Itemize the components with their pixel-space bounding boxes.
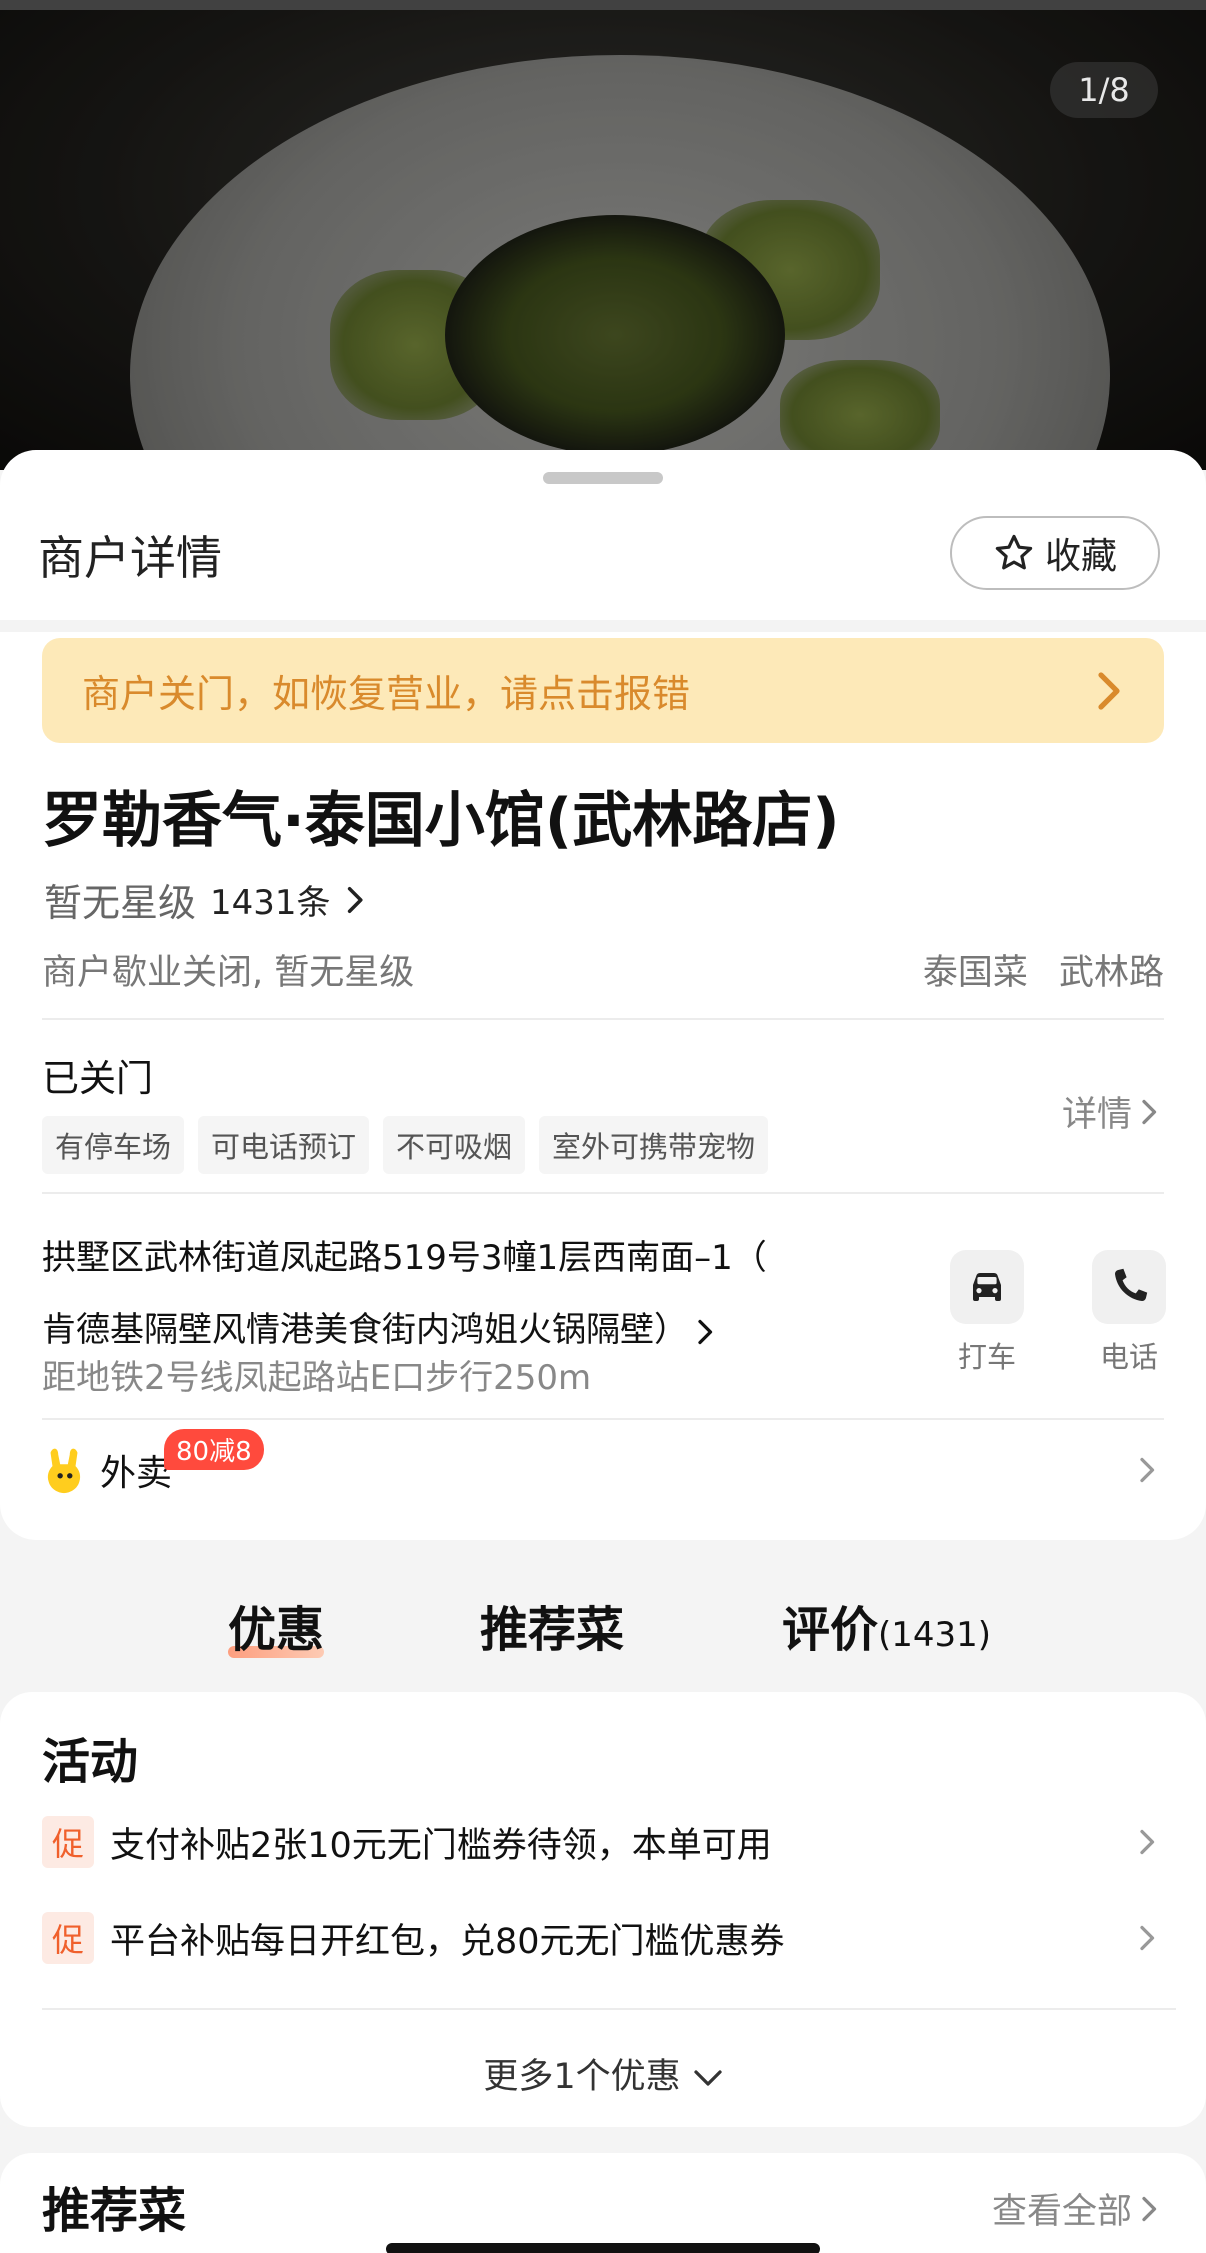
closed-banner-text: 商户关门，如恢复营业，请点击报错 — [82, 672, 691, 716]
activity-title: 活动 — [42, 1734, 139, 1790]
divider — [42, 1018, 1164, 1020]
recommend-title: 推荐菜 — [42, 2183, 187, 2239]
rating-row[interactable]: 暂无星级 1431条 — [44, 872, 367, 927]
review-count: 1431条 — [210, 883, 331, 923]
drag-handle[interactable] — [543, 472, 663, 484]
promo-tag: 促 — [42, 1816, 94, 1868]
address-line2: 肯德基隔壁风情港美食街内鸿姐火锅隔壁） — [42, 1310, 688, 1350]
photo-counter: 1/8 — [1050, 62, 1158, 118]
promo-tag: 促 — [42, 1912, 94, 1964]
tab-recommended-dishes[interactable]: 推荐菜 — [480, 1590, 624, 1660]
divider — [42, 1418, 1164, 1420]
promo-text: 支付补贴2张10元无门槛券待领，本单可用 — [110, 1825, 772, 1866]
area-tag: 武林路 — [1058, 953, 1164, 993]
chevron-right-icon — [1098, 671, 1120, 710]
car-icon — [973, 1273, 1001, 1301]
metro-distance: 距地铁2号线凤起路站E口步行250m — [42, 1358, 592, 1398]
takeout-logo-icon — [47, 1448, 81, 1494]
taxi-button[interactable]: 打车 — [942, 1250, 1032, 1376]
phone-button[interactable]: 电话 — [1084, 1250, 1174, 1376]
closed-report-banner[interactable]: 商户关门，如恢复营业，请点击报错 — [42, 638, 1164, 743]
open-status: 已关门 — [42, 1057, 153, 1100]
home-indicator[interactable] — [386, 2243, 820, 2253]
status-text: 商户歇业关闭, 暂无星级 — [42, 953, 415, 993]
more-discounts-button[interactable]: 更多1个优惠 — [0, 2048, 1206, 2099]
section-tabs: 优惠 推荐菜 评价(1431) — [0, 1590, 1206, 1670]
recommend-card: 推荐菜 查看全部 — [0, 2153, 1206, 2253]
chevron-right-icon — [1140, 1925, 1155, 1951]
divider — [42, 1192, 1164, 1194]
taxi-label: 打车 — [957, 1340, 1016, 1374]
tab-reviews[interactable]: 评价(1431) — [782, 1590, 991, 1660]
divider — [42, 2008, 1176, 2010]
promo-item[interactable]: 促 平台补贴每日开红包，兑80元无门槛优惠券 — [42, 1908, 1164, 1968]
facility-tags: 有停车场 可电话预订 不可吸烟 室外可携带宠物 — [42, 1116, 769, 1174]
activity-card: 活动 促 支付补贴2张10元无门槛券待领，本单可用 促 平台补贴每日开红包，兑8… — [0, 1692, 1206, 2127]
tab-reviews-count: (1431) — [878, 1615, 992, 1655]
promo-text: 平台补贴每日开红包，兑80元无门槛优惠券 — [110, 1921, 785, 1962]
chevron-right-icon — [1142, 2196, 1157, 2221]
tab-reviews-label: 评价 — [782, 1602, 879, 1658]
address-link[interactable]: 拱墅区武林街道凤起路519号3幢1层西南面–1（ 肯德基隔壁风情港美食街内鸿姐火… — [42, 1222, 802, 1366]
category-tags: 泰国菜 武林路 — [903, 944, 1164, 995]
facility-tag: 不可吸烟 — [383, 1116, 526, 1174]
hero-photo[interactable]: 1/8 — [0, 0, 1206, 470]
detail-label: 详情 — [1061, 1095, 1132, 1135]
chevron-right-icon — [1142, 1099, 1157, 1124]
category-tag: 泰国菜 — [922, 953, 1028, 993]
page-title: 商户详情 — [38, 531, 222, 585]
chevron-right-icon — [1140, 1457, 1155, 1483]
rating-text: 暂无星级 — [44, 881, 197, 925]
chevron-right-icon — [1140, 1829, 1155, 1855]
photo-shade — [0, 0, 1206, 470]
phone-label: 电话 — [1099, 1340, 1158, 1374]
favorite-button[interactable]: 收藏 — [950, 516, 1160, 590]
discount-badge: 80减8 — [164, 1429, 264, 1470]
section-separator — [0, 620, 1206, 632]
chevron-right-icon — [347, 886, 363, 913]
promo-item[interactable]: 促 支付补贴2张10元无门槛券待领，本单可用 — [42, 1812, 1164, 1872]
tab-discounts[interactable]: 优惠 — [228, 1590, 324, 1660]
takeout-row[interactable]: 外卖 80减8 — [42, 1425, 1164, 1515]
phone-icon — [1114, 1268, 1148, 1302]
facility-tag: 有停车场 — [42, 1116, 185, 1174]
facility-tag: 室外可携带宠物 — [539, 1116, 769, 1174]
shop-name: 罗勒香气·泰国小馆(武林路店) — [42, 786, 840, 856]
see-all-label: 查看全部 — [991, 2192, 1132, 2232]
chevron-right-icon — [698, 1319, 713, 1344]
address-line1: 拱墅区武林街道凤起路519号3幢1层西南面–1（ — [42, 1238, 767, 1278]
takeout-label: 外卖 — [100, 1453, 173, 1494]
favorite-label: 收藏 — [1044, 536, 1117, 577]
status-row: 商户歇业关闭, 暂无星级 泰国菜 武林路 — [42, 944, 1164, 995]
detail-sheet: 商户详情 收藏 商户关门，如恢复营业，请点击报错 罗勒香气·泰国小馆(武林路店)… — [0, 450, 1206, 1540]
facility-tag: 可电话预订 — [198, 1116, 370, 1174]
star-icon — [995, 534, 1033, 570]
more-discounts-label: 更多1个优惠 — [483, 2057, 681, 2097]
hours-detail-link[interactable]: 详情 — [1062, 1086, 1160, 1137]
see-all-link[interactable]: 查看全部 — [992, 2183, 1160, 2234]
chevron-down-icon — [693, 2070, 722, 2086]
